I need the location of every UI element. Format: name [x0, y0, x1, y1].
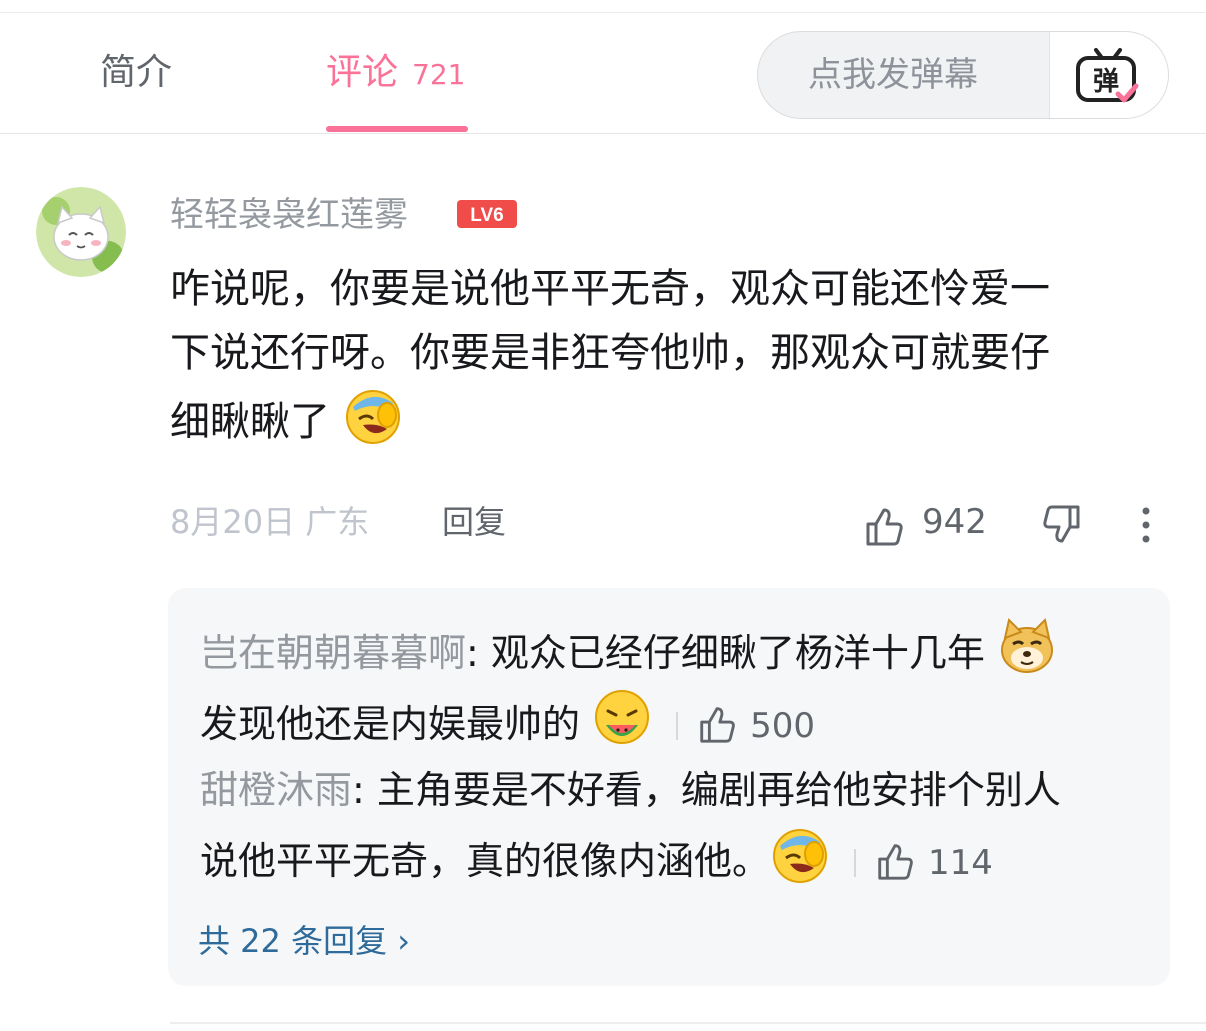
like-icon[interactable]	[874, 840, 916, 882]
like-icon[interactable]	[696, 703, 738, 745]
reply-like-count: 114	[928, 843, 993, 883]
reply-text: : 观众已经仔细瞅了杨洋十几年	[466, 631, 985, 675]
comment-text-line: 细瞅瞅了	[170, 385, 1160, 454]
doge-emoji	[1001, 618, 1053, 673]
comment-text-line: 咋说呢，你要是说他平平无奇，观众可能还怜爱一	[170, 266, 1050, 312]
divider	[676, 712, 679, 740]
comment-text-line: 下说还行呀。你要是非狂夸他帅，那观众可就要仔	[170, 330, 1050, 376]
facepalm-emoji	[773, 829, 828, 883]
comment-meta: 8月20日 广东	[170, 499, 369, 545]
replies-panel: 岂在朝朝暮暮啊: 观众已经仔细瞅了杨洋十几年 发现他还是内娱最帅的 500 甜橙…	[168, 588, 1170, 986]
more-icon[interactable]	[1132, 503, 1160, 547]
comment-text: 咋说呢，你要是说他平平无奇，观众可能还怜爱一 下说还行呀。你要是非狂夸他帅，那观…	[170, 257, 1160, 454]
reply-text: 说他平平无奇，真的很像内涵他。	[200, 839, 771, 883]
reply-text: 发现他还是内娱最帅的	[200, 702, 581, 746]
bottom-divider	[170, 1022, 1206, 1024]
avatar-cat-image	[36, 187, 126, 277]
active-tab-indicator	[326, 126, 468, 132]
reply-button[interactable]: 回复	[442, 499, 506, 545]
avatar[interactable]	[36, 187, 126, 277]
dislike-icon[interactable]	[1040, 503, 1084, 547]
comment-location: 广东	[305, 503, 370, 541]
comment-username[interactable]: 轻轻袅袅红莲雾	[170, 191, 408, 239]
like-icon[interactable]	[862, 503, 906, 549]
svg-text:LV6: LV6	[470, 205, 503, 226]
reply-item[interactable]: 岂在朝朝暮暮啊: 观众已经仔细瞅了杨洋十几年 发现他还是内娱最帅的 500	[200, 616, 1150, 760]
level-badge: LV6	[457, 200, 517, 228]
reply-author[interactable]: 岂在朝朝暮暮啊	[200, 631, 466, 675]
danmaku-placeholder: 点我发弹幕	[808, 55, 978, 95]
watermelon-emoji	[595, 690, 650, 744]
tab-comments-count: 721	[412, 58, 466, 91]
reply-text: : 主角要是不好看，编剧再给他安排个别人	[352, 768, 1061, 812]
tab-comments[interactable]: 评论 721	[326, 47, 465, 101]
danmaku-glyph: 弹	[1093, 67, 1119, 97]
reply-like-count: 500	[750, 706, 816, 746]
reply-item[interactable]: 甜橙沐雨: 主角要是不好看，编剧再给他安排个别人 说他平平无奇，真的很像内涵他。…	[200, 756, 1150, 897]
danmaku-icon: 弹	[1076, 48, 1139, 103]
tab-bar: 简介 评论 721 点我发弹幕 弹	[0, 13, 1206, 134]
danmaku-toggle-button[interactable]: 弹	[1049, 32, 1168, 118]
danmaku-input[interactable]: 点我发弹幕 弹	[757, 31, 1169, 119]
facepalm-emoji	[345, 390, 400, 444]
divider	[854, 849, 857, 877]
like-count: 942	[922, 502, 987, 542]
comment-date: 8月20日	[170, 503, 296, 541]
comment-text-line-end: 细瞅瞅了	[170, 399, 330, 445]
view-all-replies-link[interactable]: 共 22 条回复 ›	[198, 918, 410, 964]
tab-intro[interactable]: 简介	[100, 47, 172, 99]
tab-comments-label: 评论	[326, 52, 399, 93]
reply-author[interactable]: 甜橙沐雨	[200, 768, 352, 812]
